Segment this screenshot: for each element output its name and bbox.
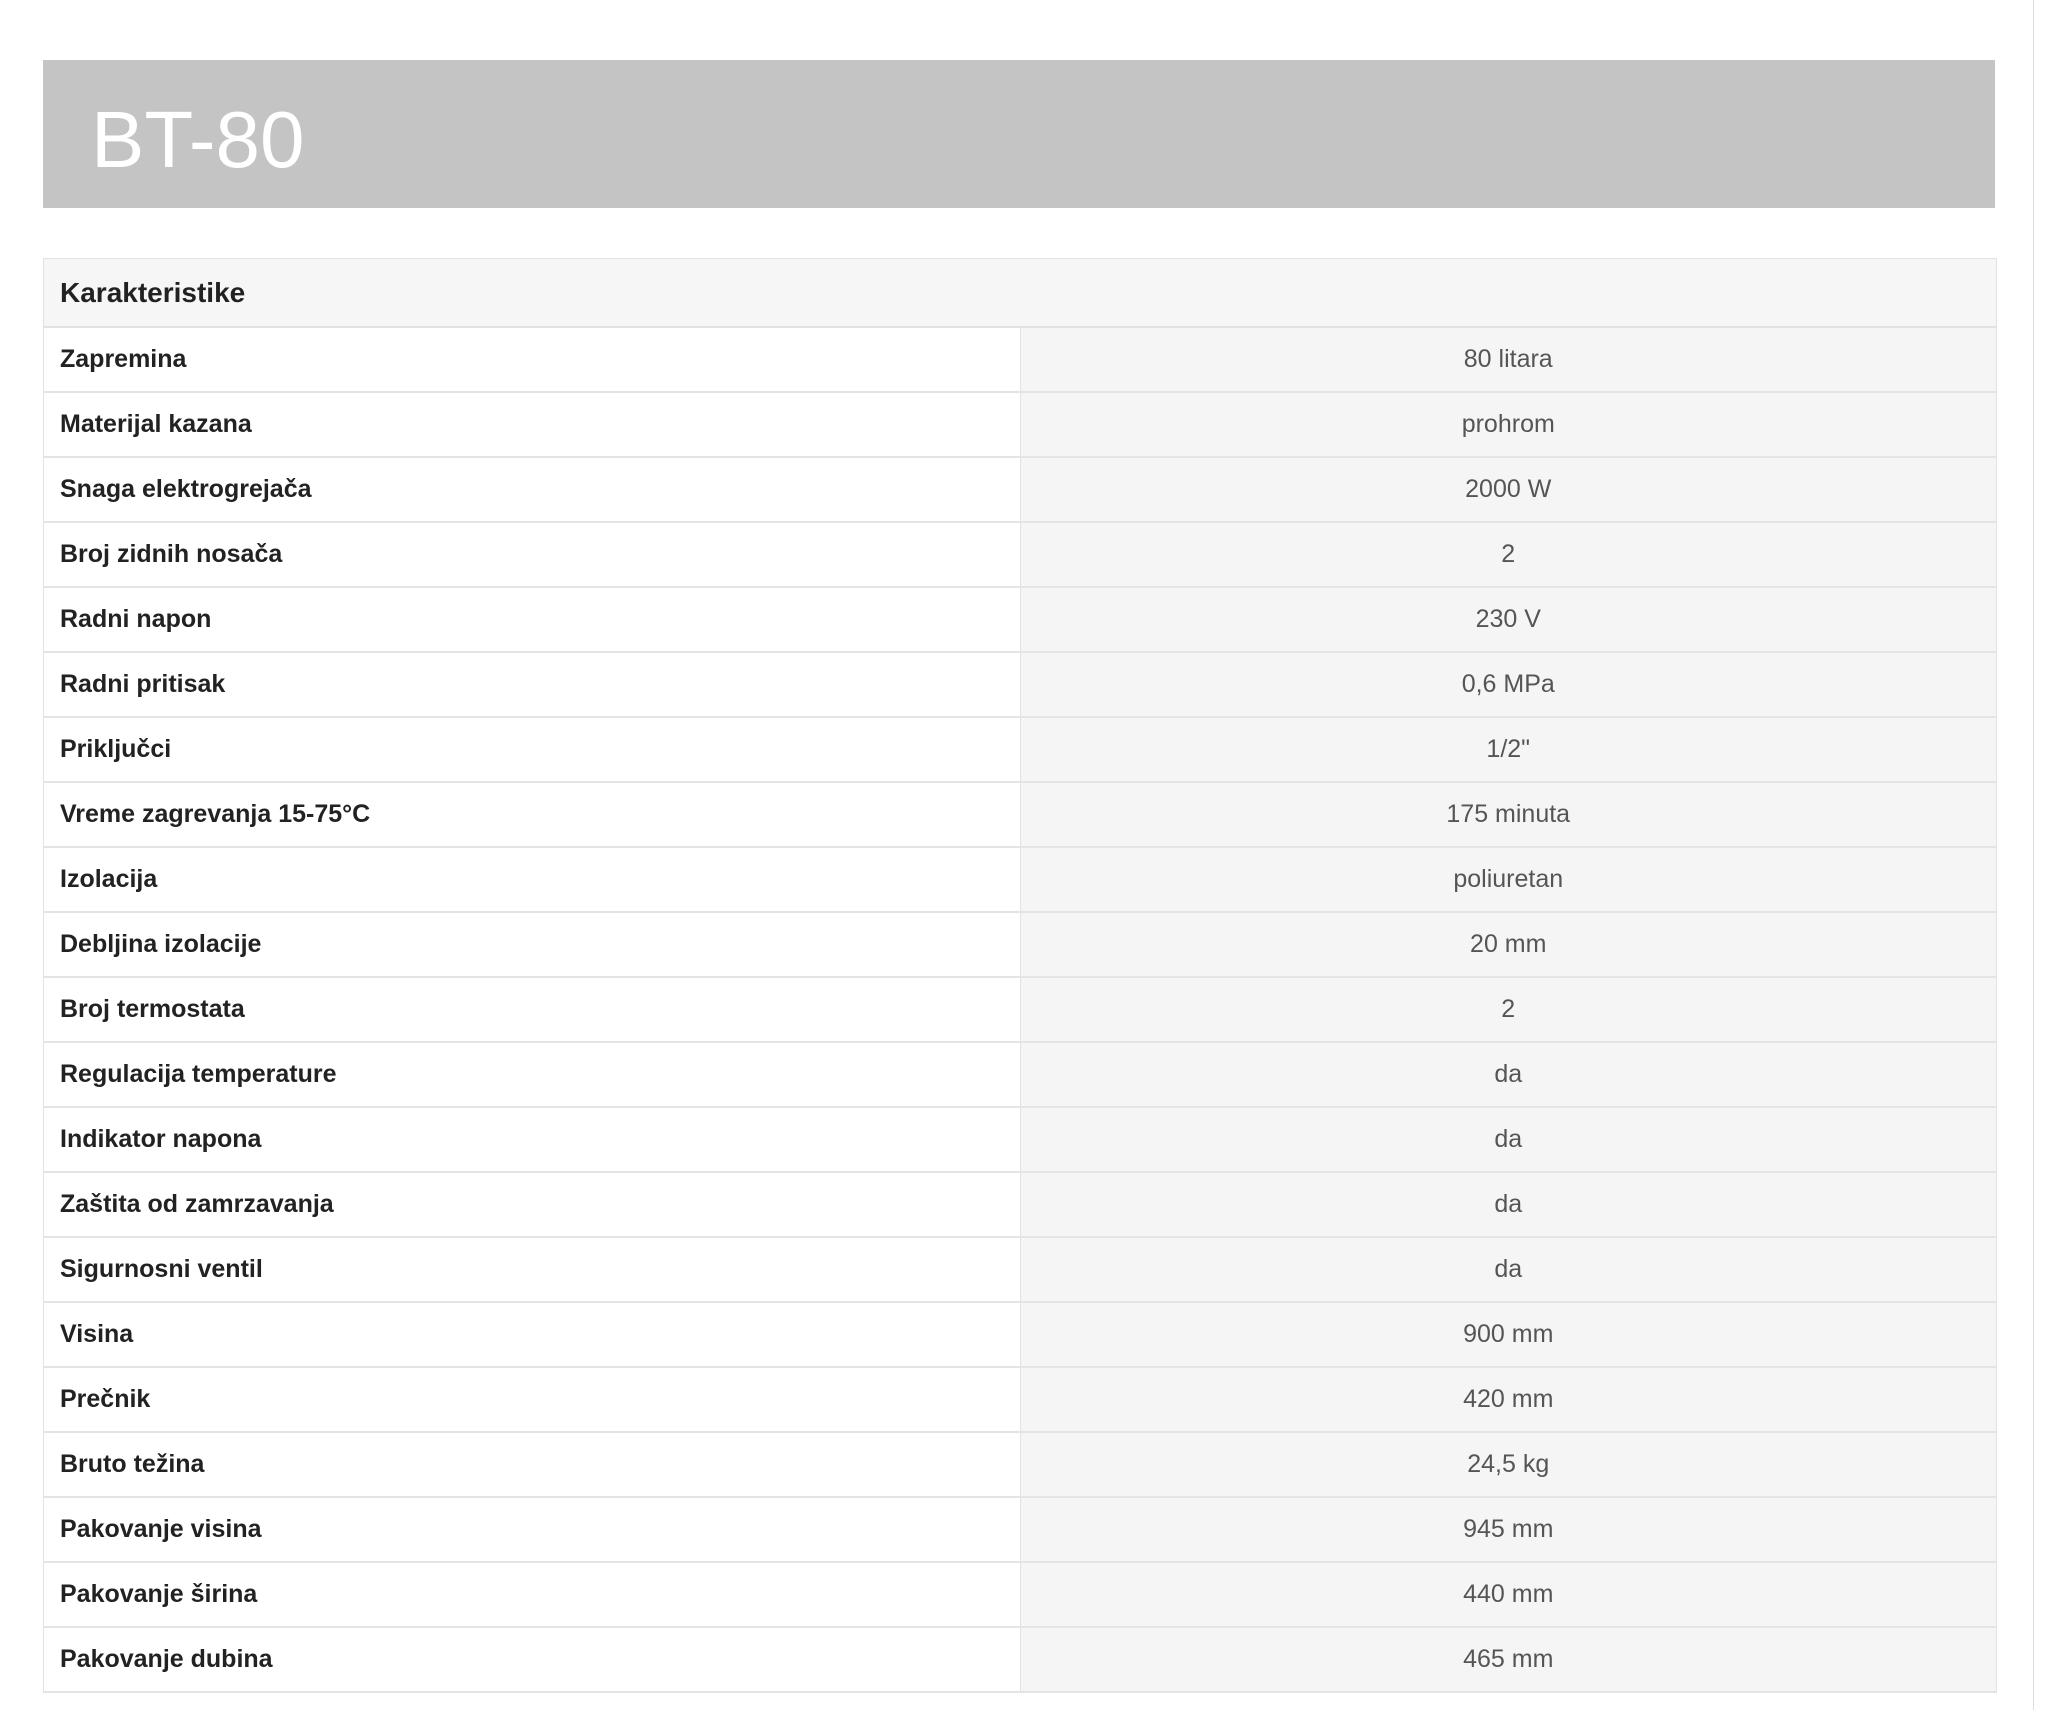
specifications-body: Zapremina 80 litara Materijal kazana prohr…	[43, 327, 1997, 1693]
product-title: BT-80	[91, 95, 305, 184]
spec-label: Prečnik	[43, 1367, 1021, 1433]
spec-label: Zaštita od zamrzavanja	[43, 1172, 1021, 1238]
spec-label: Zapremina	[43, 327, 1021, 393]
spec-label: Visina	[43, 1302, 1021, 1368]
spec-row: Vreme zagrevanja 15-75°C 175 minuta	[43, 782, 1997, 848]
spec-row: Radni napon 230 V	[43, 587, 1997, 653]
spec-label: Radni napon	[43, 587, 1021, 653]
spec-row: Prečnik 420 mm	[43, 1367, 1997, 1433]
spec-label: Sigurnosni ventil	[43, 1237, 1021, 1303]
spec-row: Pakovanje visina 945 mm	[43, 1497, 1997, 1563]
spec-value: 1/2"	[1020, 717, 1997, 783]
spec-row: Zaštita od zamrzavanja da	[43, 1172, 1997, 1238]
spec-row: Bruto težina 24,5 kg	[43, 1432, 1997, 1498]
spec-label: Vreme zagrevanja 15-75°C	[43, 782, 1021, 848]
specifications-header-row: Karakteristike	[43, 258, 1997, 328]
spec-row: Pakovanje dubina 465 mm	[43, 1627, 1997, 1693]
spec-label: Pakovanje širina	[43, 1562, 1021, 1628]
spec-row: Broj zidnih nosača 2	[43, 522, 1997, 588]
spec-value: prohrom	[1020, 392, 1997, 458]
spec-value: 2	[1020, 977, 1997, 1043]
spec-label: Debljina izolacije	[43, 912, 1021, 978]
spec-value: 420 mm	[1020, 1367, 1997, 1433]
spec-value: 2	[1020, 522, 1997, 588]
spec-label: Broj termostata	[43, 977, 1021, 1043]
spec-value: 20 mm	[1020, 912, 1997, 978]
spec-row: Sigurnosni ventil da	[43, 1237, 1997, 1303]
spec-value: 440 mm	[1020, 1562, 1997, 1628]
spec-row: Radni pritisak 0,6 MPa	[43, 652, 1997, 718]
spec-row: Materijal kazana prohrom	[43, 392, 1997, 458]
spec-value: da	[1020, 1042, 1997, 1108]
spec-label: Radni pritisak	[43, 652, 1021, 718]
spec-value: 945 mm	[1020, 1497, 1997, 1563]
spec-row: Visina 900 mm	[43, 1302, 1997, 1368]
spec-value: 0,6 MPa	[1020, 652, 1997, 718]
spec-value: poliuretan	[1020, 847, 1997, 913]
spec-value: da	[1020, 1237, 1997, 1303]
spec-value: 465 mm	[1020, 1627, 1997, 1693]
spec-row: Broj termostata 2	[43, 977, 1997, 1043]
product-page: BT-80 Karakteristike Zapremina 80 litara …	[0, 0, 2048, 1710]
spec-row: Regulacija temperature da	[43, 1042, 1997, 1108]
spec-label: Indikator napona	[43, 1107, 1021, 1173]
spec-label: Izolacija	[43, 847, 1021, 913]
spec-row: Zapremina 80 litara	[43, 327, 1997, 393]
spec-label: Priključci	[43, 717, 1021, 783]
spec-label: Bruto težina	[43, 1432, 1021, 1498]
spec-label: Snaga elektrogrejača	[43, 457, 1021, 523]
spec-value: 24,5 kg	[1020, 1432, 1997, 1498]
spec-label: Broj zidnih nosača	[43, 522, 1021, 588]
spec-value: 175 minuta	[1020, 782, 1997, 848]
spec-label: Regulacija temperature	[43, 1042, 1021, 1108]
spec-value: 230 V	[1020, 587, 1997, 653]
spec-row: Debljina izolacije 20 mm	[43, 912, 1997, 978]
spec-row: Priključci 1/2"	[43, 717, 1997, 783]
spec-row: Pakovanje širina 440 mm	[43, 1562, 1997, 1628]
spec-value: da	[1020, 1172, 1997, 1238]
product-title-bar: BT-80	[43, 60, 1995, 208]
spec-value: 80 litara	[1020, 327, 1997, 393]
spec-value: da	[1020, 1107, 1997, 1173]
spec-label: Materijal kazana	[43, 392, 1021, 458]
spec-label: Pakovanje visina	[43, 1497, 1021, 1563]
specifications-table: Karakteristike Zapremina 80 litara Materi…	[43, 258, 1997, 1693]
spec-value: 900 mm	[1020, 1302, 1997, 1368]
spec-row: Snaga elektrogrejača 2000 W	[43, 457, 1997, 523]
spec-row: Indikator napona da	[43, 1107, 1997, 1173]
spec-label: Pakovanje dubina	[43, 1627, 1021, 1693]
spec-value: 2000 W	[1020, 457, 1997, 523]
page-scroll-edge[interactable]	[2033, 0, 2048, 1710]
specifications-header: Karakteristike	[43, 258, 1997, 328]
spec-row: Izolacija poliuretan	[43, 847, 1997, 913]
